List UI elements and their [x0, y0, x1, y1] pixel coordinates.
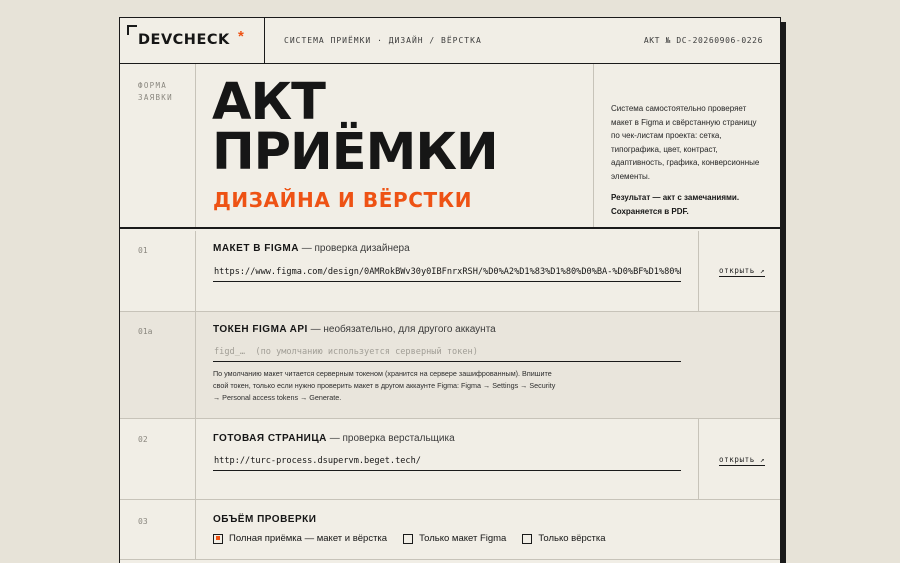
- section-page: 02 ГОТОВАЯ СТРАНИЦА — проверка верстальщ…: [120, 419, 780, 500]
- result-line-2: Сохраняется в PDF.: [611, 206, 689, 216]
- section-scope: 03 ОБЪЁМ ПРОВЕРКИ Полная приёмка — макет…: [120, 500, 780, 560]
- section-note: — проверка верстальщика: [329, 433, 455, 444]
- figma-token-input[interactable]: [213, 343, 681, 362]
- section-label: ОБЪЁМ ПРОВЕРКИ: [213, 514, 316, 525]
- section-label: ТОКЕН FIGMA API — необязательно, для дру…: [213, 324, 496, 335]
- section-token: 01a ТОКЕН FIGMA API — необязательно, для…: [120, 312, 780, 419]
- scope-checkbox-page[interactable]: [522, 533, 533, 544]
- section-title: ТОКЕН FIGMA API: [213, 324, 308, 335]
- scope-option-figma[interactable]: Только макет Figma: [403, 533, 506, 544]
- result-note: Результат — акт с замечаниями. Сохраняет…: [611, 191, 767, 218]
- scope-option-full[interactable]: Полная приёмка — макет и вёрстка: [213, 533, 387, 544]
- asterisk-icon: *: [238, 28, 244, 45]
- scope-options: Полная приёмка — макет и вёрстка Только …: [213, 533, 606, 544]
- result-line-1: Результат — акт с замечаниями.: [611, 193, 740, 202]
- section-title: МАКЕТ В FIGMA: [213, 243, 299, 254]
- open-page-link[interactable]: открыть ↗: [719, 455, 766, 466]
- section-number: 03: [138, 517, 148, 526]
- side-label-line-2: ЗАЯВКИ: [138, 93, 173, 102]
- open-link-cell: открыть ↗: [698, 419, 780, 499]
- section-title: ОБЪЁМ ПРОВЕРКИ: [213, 514, 317, 525]
- description-text: Система самостоятельно проверяет макет в…: [611, 104, 760, 181]
- page-title-line-2: ПРИЁМКИ: [212, 123, 499, 182]
- section-label: МАКЕТ В FIGMA — проверка дизайнера: [213, 243, 410, 254]
- logo[interactable]: DEVCHECK: [138, 32, 230, 48]
- divider: [195, 500, 196, 559]
- scope-option-label: Полная приёмка — макет и вёрстка: [229, 533, 388, 544]
- breadcrumb: СИСТЕМА ПРИЁМКИ · ДИЗАЙН / ВЁРСТКА: [284, 36, 482, 45]
- section-number: 01a: [138, 327, 153, 336]
- header-bar: DEVCHECK * СИСТЕМА ПРИЁМКИ · ДИЗАЙН / ВЁ…: [120, 18, 780, 64]
- logo-cell: DEVCHECK *: [120, 18, 265, 64]
- scope-checkbox-full[interactable]: [213, 533, 223, 544]
- section-number: 02: [138, 435, 148, 444]
- token-hint: По умолчанию макет читается серверным то…: [213, 369, 556, 402]
- section-figma: 01 МАКЕТ В FIGMA — проверка дизайнера от…: [120, 231, 780, 312]
- page-subtitle: ДИЗАЙНА И ВЁРСТКИ: [213, 188, 473, 212]
- scope-option-page[interactable]: Только вёрстка: [522, 533, 606, 544]
- section-note: — необязательно, для другого аккаунта: [310, 324, 496, 335]
- figma-url-input[interactable]: [213, 263, 681, 282]
- page-title-line-1: АКТ: [212, 73, 326, 132]
- scope-option-label: Только вёрстка: [538, 533, 606, 544]
- open-figma-link[interactable]: открыть ↗: [719, 266, 766, 277]
- corner-bracket-icon: [127, 25, 137, 35]
- section-note: — проверка дизайнера: [301, 243, 410, 254]
- section-title: ГОТОВАЯ СТРАНИЦА: [213, 433, 327, 444]
- hero-section: ФОРМА ЗАЯВКИ АКТ ПРИЁМКИ ДИЗАЙНА И ВЁРСТ…: [120, 64, 780, 229]
- section-number: 01: [138, 246, 148, 255]
- divider: [195, 419, 196, 499]
- divider: [195, 64, 196, 227]
- scope-checkbox-figma[interactable]: [403, 533, 414, 544]
- side-label-line-1: ФОРМА: [138, 81, 168, 90]
- form-side-label: ФОРМА ЗАЯВКИ: [138, 80, 192, 104]
- divider: [195, 231, 196, 311]
- acceptance-form-card: DEVCHECK * СИСТЕМА ПРИЁМКИ · ДИЗАЙН / ВЁ…: [119, 17, 781, 563]
- section-label: ГОТОВАЯ СТРАНИЦА — проверка верстальщика: [213, 433, 455, 444]
- divider: [195, 312, 196, 418]
- description-panel: Система самостоятельно проверяет макет в…: [593, 64, 780, 227]
- act-number: АКТ № DC-20260906-0226: [643, 36, 763, 45]
- open-link-cell: открыть ↗: [698, 231, 780, 311]
- page-url-input[interactable]: [213, 452, 681, 471]
- scope-option-label: Только макет Figma: [419, 533, 507, 544]
